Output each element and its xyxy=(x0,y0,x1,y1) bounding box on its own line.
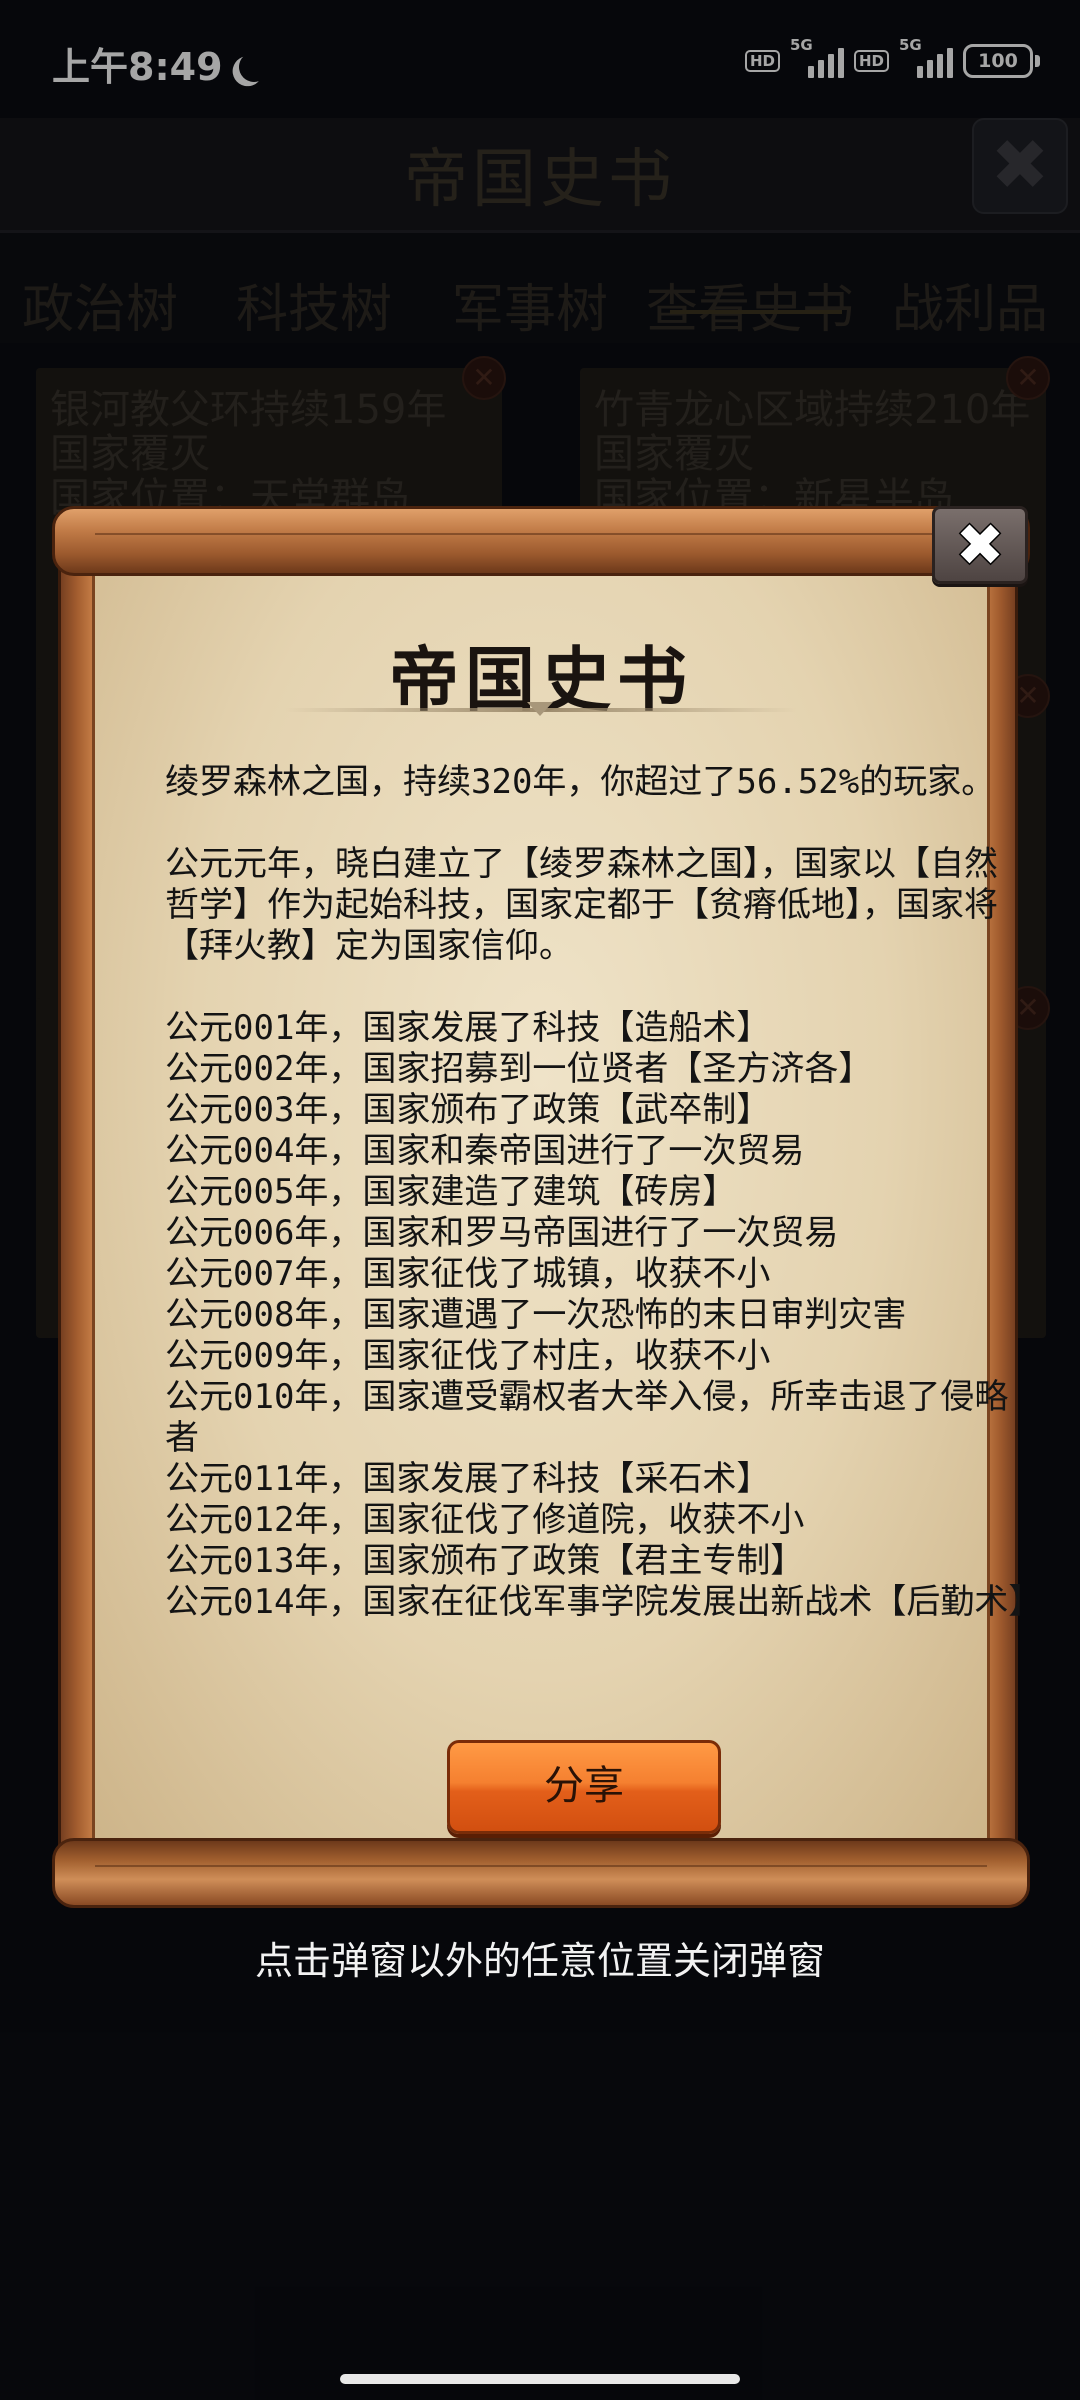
dismiss-hint: 点击弹窗以外的任意位置关闭弹窗 xyxy=(254,1939,825,1983)
history-event: 公元014年，国家在征伐军事学院发展出新战术【后勤术】 xyxy=(165,1582,1043,1622)
history-event: 公元005年，国家建造了建筑【砖房】 xyxy=(165,1172,737,1212)
home-indicator[interactable] xyxy=(340,2374,740,2384)
close-icon: ✖ xyxy=(955,511,1005,579)
history-event: 公元002年，国家招募到一位贤者【圣方济各】 xyxy=(165,1049,873,1089)
history-event: 公元001年，国家发展了科技【造船术】 xyxy=(165,1008,771,1048)
history-founding: 公元元年，晓白建立了【绫罗森林之国】，国家以【自然哲学】作为起始科技，国家定都于… xyxy=(165,844,998,966)
history-events: 公元001年，国家发展了科技【造船术】 公元002年，国家招募到一位贤者【圣方济各… xyxy=(165,1008,1043,1623)
close-button[interactable]: ✖ xyxy=(932,506,1028,584)
history-text: 绫罗森林之国，持续320年，你超过了56.52%的玩家。 公元元年，晓白建立了【… xyxy=(165,762,1043,1623)
history-event: 公元009年，国家征伐了村庄，收获不小 xyxy=(165,1336,771,1376)
history-event: 公元011年，国家发展了科技【采石术】 xyxy=(165,1459,771,1499)
history-event: 公元010年，国家遭受霸权者大举入侵，所幸击退了侵略者 xyxy=(165,1377,1009,1458)
history-dialog: 帝国史书 绫罗森林之国，持续320年，你超过了56.52%的玩家。 公元元年，晓… xyxy=(52,506,1042,1910)
scroll-bottom-roll xyxy=(52,1838,1030,1908)
history-event: 公元003年，国家颁布了政策【武卒制】 xyxy=(165,1090,771,1130)
history-summary: 绫罗森林之国，持续320年，你超过了56.52%的玩家。 xyxy=(165,762,996,802)
history-event: 公元013年，国家颁布了政策【君主专制】 xyxy=(165,1541,805,1581)
scroll-top-roll xyxy=(52,506,1030,576)
history-event: 公元004年，国家和秦帝国进行了一次贸易 xyxy=(165,1131,805,1171)
history-event: 公元006年，国家和罗马帝国进行了一次贸易 xyxy=(165,1213,839,1253)
parchment: 帝国史书 绫罗森林之国，持续320年，你超过了56.52%的玩家。 公元元年，晓… xyxy=(92,558,1042,1848)
history-event: 公元012年，国家征伐了修道院，收获不小 xyxy=(165,1500,805,1540)
share-button[interactable]: 分享 xyxy=(447,1740,721,1834)
history-event: 公元008年，国家遭遇了一次恐怖的末日审判灾害 xyxy=(165,1295,907,1335)
history-event: 公元007年，国家征伐了城镇，收获不小 xyxy=(165,1254,771,1294)
